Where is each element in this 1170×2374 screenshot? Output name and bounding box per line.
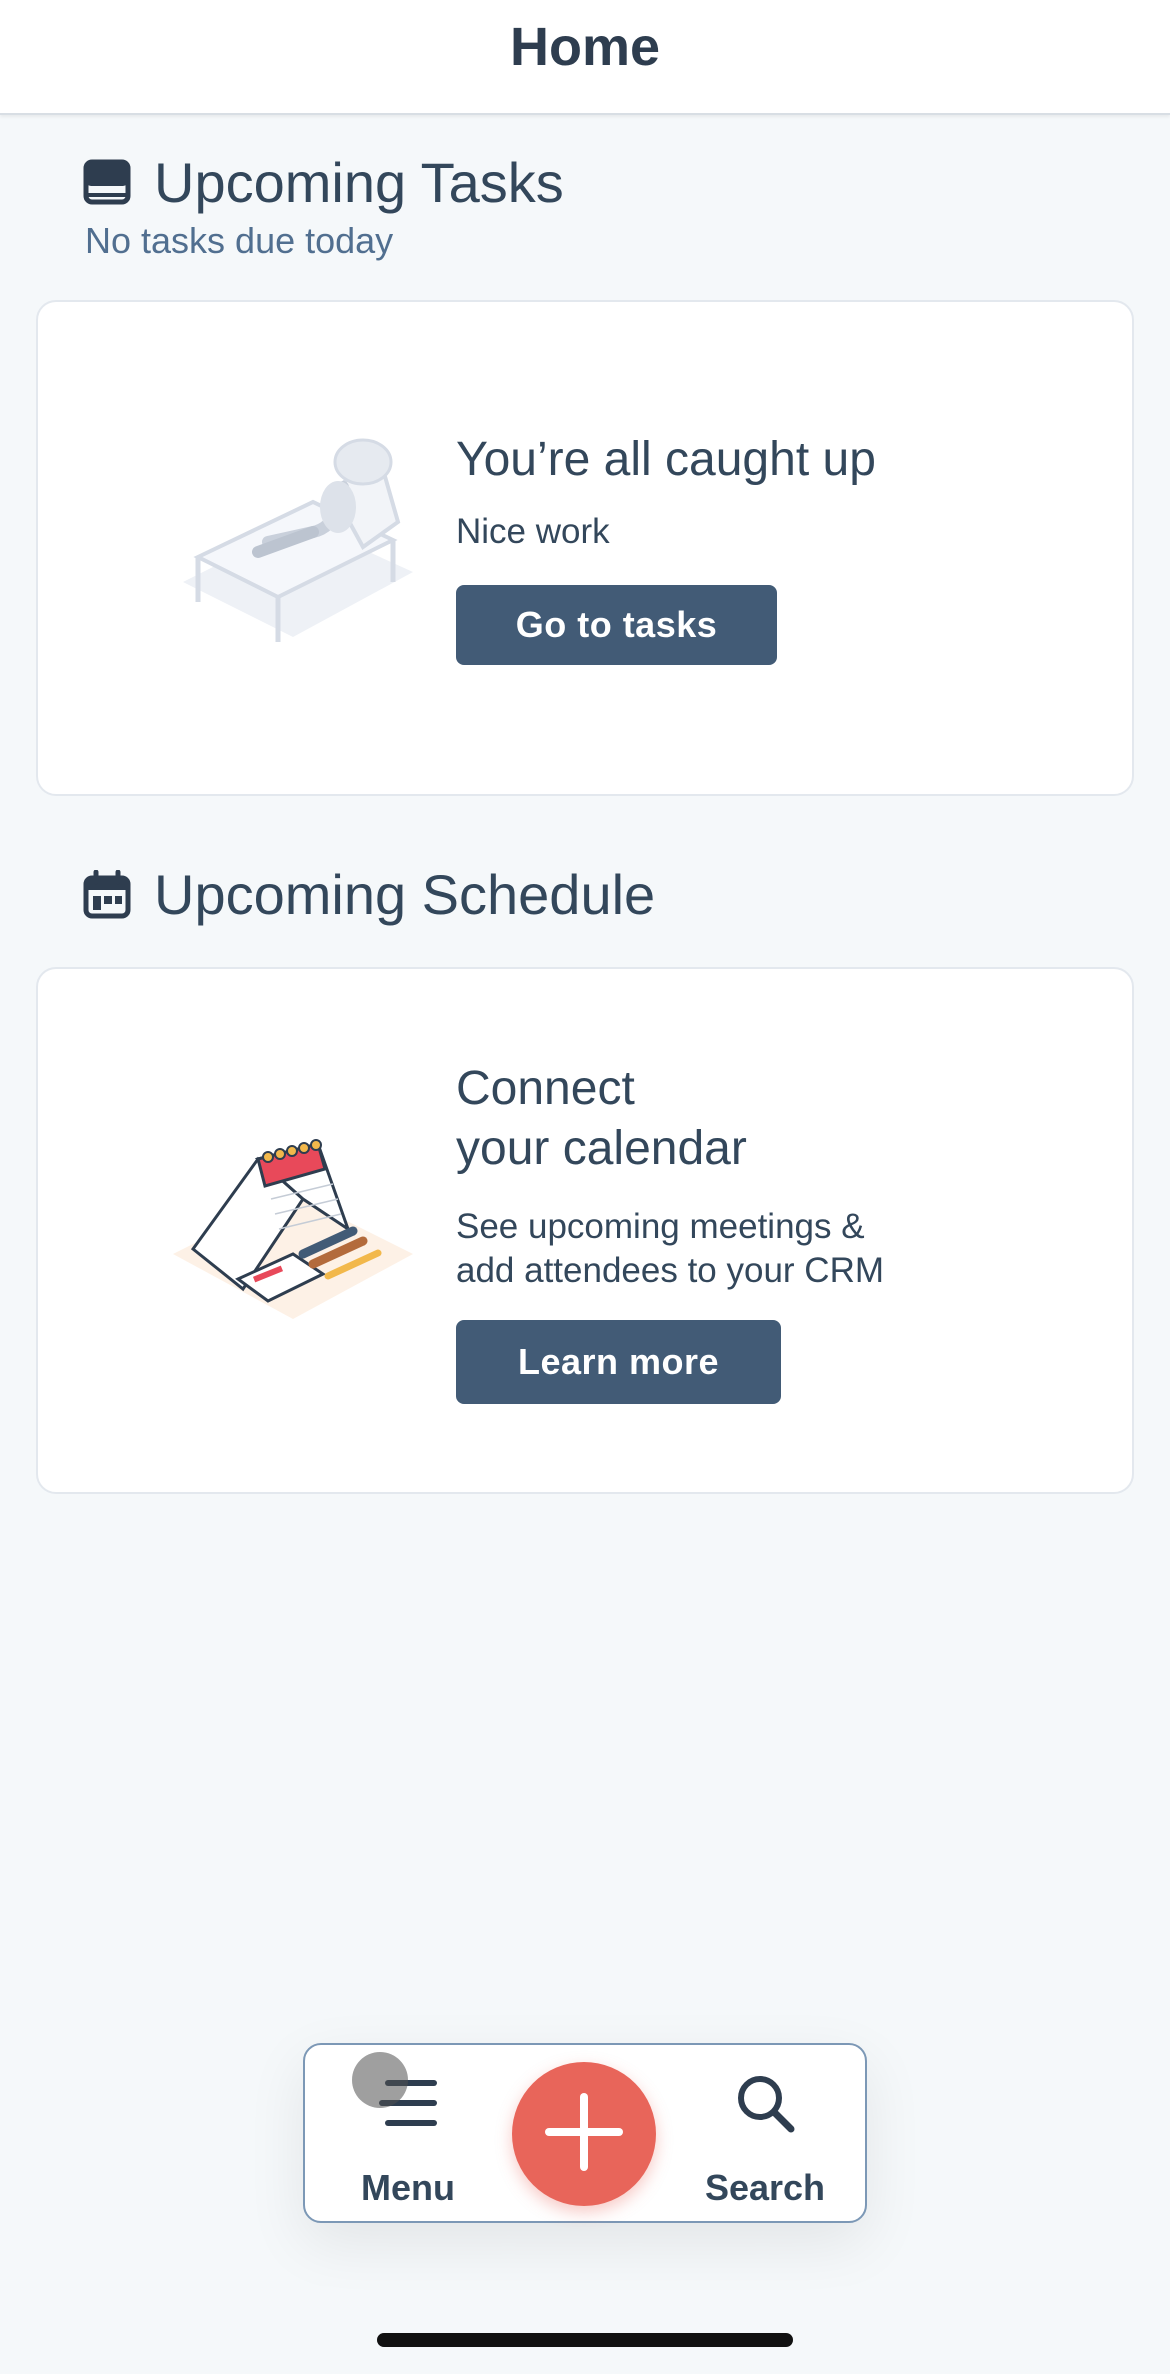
home-indicator[interactable] (377, 2333, 793, 2347)
desk-calendar-illustration (163, 1139, 413, 1344)
schedule-card-title-line1: Connect (456, 1062, 635, 1115)
add-button[interactable] (512, 2062, 656, 2206)
tasks-card-text: Nice work (456, 512, 610, 551)
tasks-card-title: You’re all caught up (456, 433, 876, 486)
schedule-section-header: Upcoming Schedule (82, 862, 655, 927)
page-title: Home (509, 16, 661, 77)
tasks-section-subtitle: No tasks due today (85, 220, 394, 261)
go-to-tasks-button[interactable]: Go to tasks (456, 585, 777, 665)
touch-indicator (352, 2052, 408, 2108)
tasks-card: You’re all caught up Nice work Go to tas… (36, 300, 1134, 796)
calendar-icon (82, 869, 132, 920)
menu-label: Menu (361, 2167, 455, 2208)
tasks-section-title: Upcoming Tasks (154, 151, 564, 214)
schedule-card-title-line2: your calendar (456, 1122, 747, 1175)
schedule-card-text-line1: See upcoming meetings & (456, 1207, 865, 1246)
relaxing-person-illustration (163, 432, 413, 657)
learn-more-button[interactable]: Learn more (456, 1320, 781, 1404)
search-icon (733, 2071, 797, 2140)
schedule-section-title: Upcoming Schedule (154, 863, 656, 926)
schedule-card-text-line2: add attendees to your CRM (456, 1251, 885, 1290)
top-bar: Home (0, 0, 1170, 115)
task-tray-icon (82, 158, 132, 208)
search-label: Search (704, 2167, 826, 2208)
home-screen: Home Upcoming Tasks No tasks due today Y… (0, 0, 1170, 2374)
schedule-card: Connect your calendar See upcoming meeti… (36, 967, 1134, 1494)
plus-icon (539, 2087, 629, 2182)
tasks-section-header: Upcoming Tasks (82, 150, 564, 215)
search-nav-item[interactable]: Search (695, 2045, 835, 2225)
